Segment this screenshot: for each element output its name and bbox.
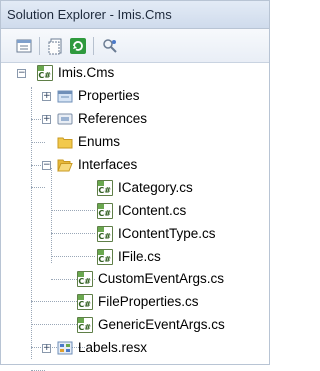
tree-item-label: IContent.cs [118,203,187,218]
tree-item-enums[interactable]: Enums [1,132,269,152]
csharp-file-icon: C# [77,271,93,287]
csharp-file-icon: C# [77,294,93,310]
tree-item-label: IContentType.cs [118,226,216,241]
properties-folder-icon [57,90,73,103]
open-folder-icon [57,159,73,172]
tree-item-project[interactable]: − C# Imis.Cms [1,63,269,83]
expand-icon[interactable]: + [42,115,51,124]
tree-item-icontenttype[interactable]: C# IContentType.cs [1,224,269,244]
tree-item-label: IFile.cs [118,249,161,264]
tree-item-label: Enums [78,134,121,149]
csharp-project-icon: C# [37,65,53,81]
csharp-file-icon: C# [97,249,113,265]
csharp-file-icon: C# [97,180,113,196]
expand-icon[interactable]: + [42,344,51,353]
solution-tree: − C# Imis.Cms + Properties + References … [1,63,269,371]
properties-icon[interactable] [15,37,33,55]
collapse-icon[interactable]: − [17,69,26,78]
view-class-diagram-icon[interactable] [101,37,119,55]
collapse-icon[interactable]: − [42,161,51,170]
tree-item-label: Properties [78,88,140,103]
tree-item-icategory[interactable]: C# ICategory.cs [1,178,269,198]
tree-item-ifile[interactable]: C# IFile.cs [1,247,269,267]
refresh-icon[interactable] [69,37,87,55]
tree-item-label: GenericEventArgs.cs [98,317,225,332]
tree-item-labels-resx[interactable]: + Labels.resx [1,338,269,358]
window-title: Solution Explorer - Imis.Cms [1,1,269,29]
tree-item-label: CustomEventArgs.cs [98,271,225,286]
references-icon [57,113,73,125]
csharp-file-icon: C# [77,317,93,333]
tree-item-genericeventargs[interactable]: C# GenericEventArgs.cs [1,315,269,335]
tree-item-customeventargs[interactable]: C# CustomEventArgs.cs [1,269,269,289]
folder-icon [57,137,73,149]
show-all-files-icon[interactable] [47,37,65,55]
tree-item-properties[interactable]: + Properties [1,86,269,106]
tree-item-label: Labels.resx [78,340,148,355]
tree-item-fileproperties[interactable]: C# FileProperties.cs [1,292,269,312]
solution-explorer-toolbar [1,29,269,63]
tree-item-references[interactable]: + References [1,109,269,129]
toolbar-separator [93,37,94,55]
expand-icon[interactable]: + [42,92,51,101]
tree-item-label: References [78,111,148,126]
csharp-file-icon: C# [97,226,113,242]
toolbar-separator [39,37,40,55]
resource-file-icon [57,341,73,355]
tree-item-label: Imis.Cms [58,65,115,80]
tree-item-label: Interfaces [78,157,138,172]
tree-item-label: ICategory.cs [118,180,193,195]
csharp-file-icon: C# [97,203,113,219]
tree-item-interfaces[interactable]: − Interfaces [1,155,269,175]
tree-item-label: FileProperties.cs [98,294,199,309]
tree-item-icontent[interactable]: C# IContent.cs [1,201,269,221]
